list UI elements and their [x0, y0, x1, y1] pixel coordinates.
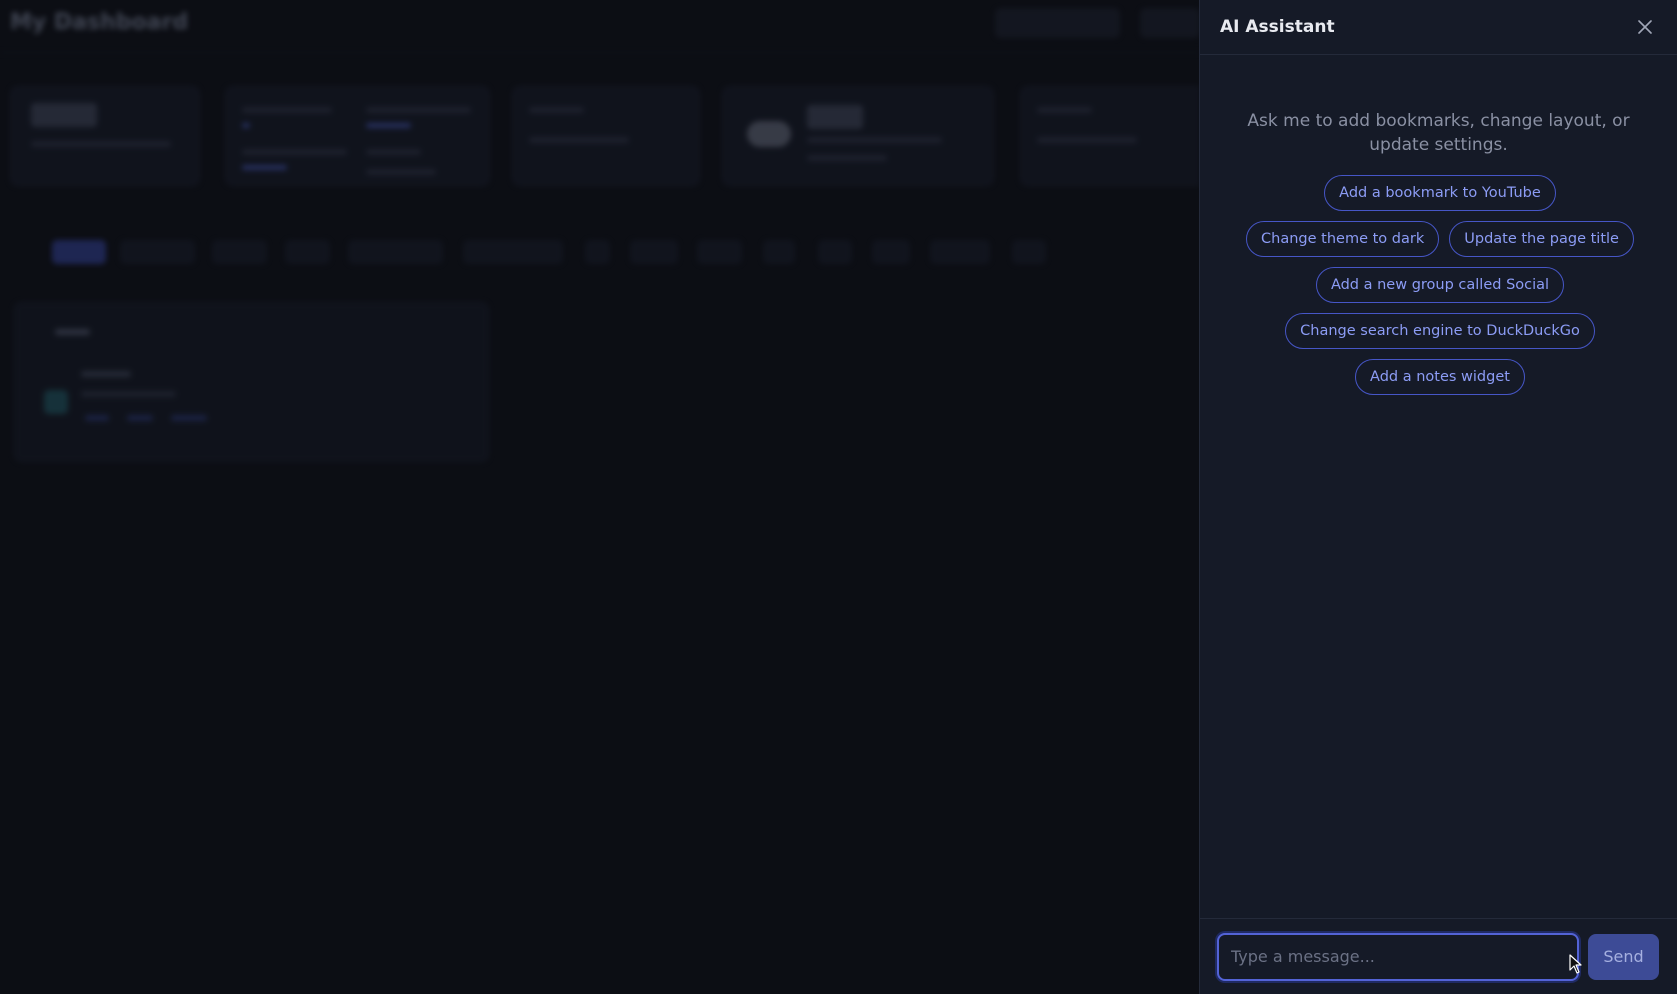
dashboard-header-divider [0, 52, 1200, 53]
dashboard-search-button [995, 8, 1120, 38]
close-icon [1638, 20, 1652, 34]
filter-chip [930, 240, 990, 264]
weather-widget [722, 86, 994, 186]
system-stats-widget [225, 86, 490, 186]
suggestion-list: Add a bookmark to YouTube Change theme t… [1220, 175, 1660, 395]
suggestion-add-group-social[interactable]: Add a new group called Social [1315, 267, 1565, 303]
message-input[interactable] [1217, 932, 1579, 981]
clock-widget [10, 86, 200, 186]
mouse-cursor-icon [1569, 954, 1582, 974]
message-composer: Send [1200, 918, 1677, 994]
suggestion-change-theme-dark[interactable]: Change theme to dark [1246, 221, 1440, 257]
filter-chip [585, 240, 610, 264]
panel-body: Ask me to add bookmarks, change layout, … [1200, 55, 1677, 395]
filter-chip [1012, 240, 1046, 264]
bookmark-favicon [44, 390, 68, 414]
filter-chip [285, 240, 330, 264]
filter-chip [120, 240, 195, 264]
close-button[interactable] [1633, 15, 1657, 39]
bookmark-group [14, 302, 489, 462]
filter-chip [212, 240, 267, 264]
ai-assistant-panel: AI Assistant Ask me to add bookmarks, ch… [1199, 0, 1677, 994]
panel-header: AI Assistant [1200, 0, 1677, 55]
dashboard-backdrop: My Dashboard [0, 0, 1200, 994]
notes-widget-2 [1020, 86, 1200, 186]
filter-chip-active [52, 240, 106, 264]
filter-chip [697, 240, 742, 264]
send-button[interactable]: Send [1588, 933, 1659, 980]
notes-widget [512, 86, 700, 186]
dashboard-edit-button [1140, 8, 1200, 38]
suggestion-change-search-engine[interactable]: Change search engine to DuckDuckGo [1285, 313, 1595, 349]
filter-chip [348, 240, 443, 264]
filter-chip [763, 240, 795, 264]
dashboard-title: My Dashboard [10, 10, 189, 35]
suggestion-add-bookmark-youtube[interactable]: Add a bookmark to YouTube [1324, 175, 1556, 211]
suggestion-update-page-title[interactable]: Update the page title [1449, 221, 1634, 257]
filter-chip [463, 240, 563, 264]
filter-chip [872, 240, 910, 264]
filter-chip [630, 240, 678, 264]
filter-chip [818, 240, 852, 264]
intro-text: Ask me to add bookmarks, change layout, … [1247, 111, 1630, 155]
suggestion-add-notes-widget[interactable]: Add a notes widget [1355, 359, 1525, 395]
panel-title: AI Assistant [1220, 17, 1335, 37]
